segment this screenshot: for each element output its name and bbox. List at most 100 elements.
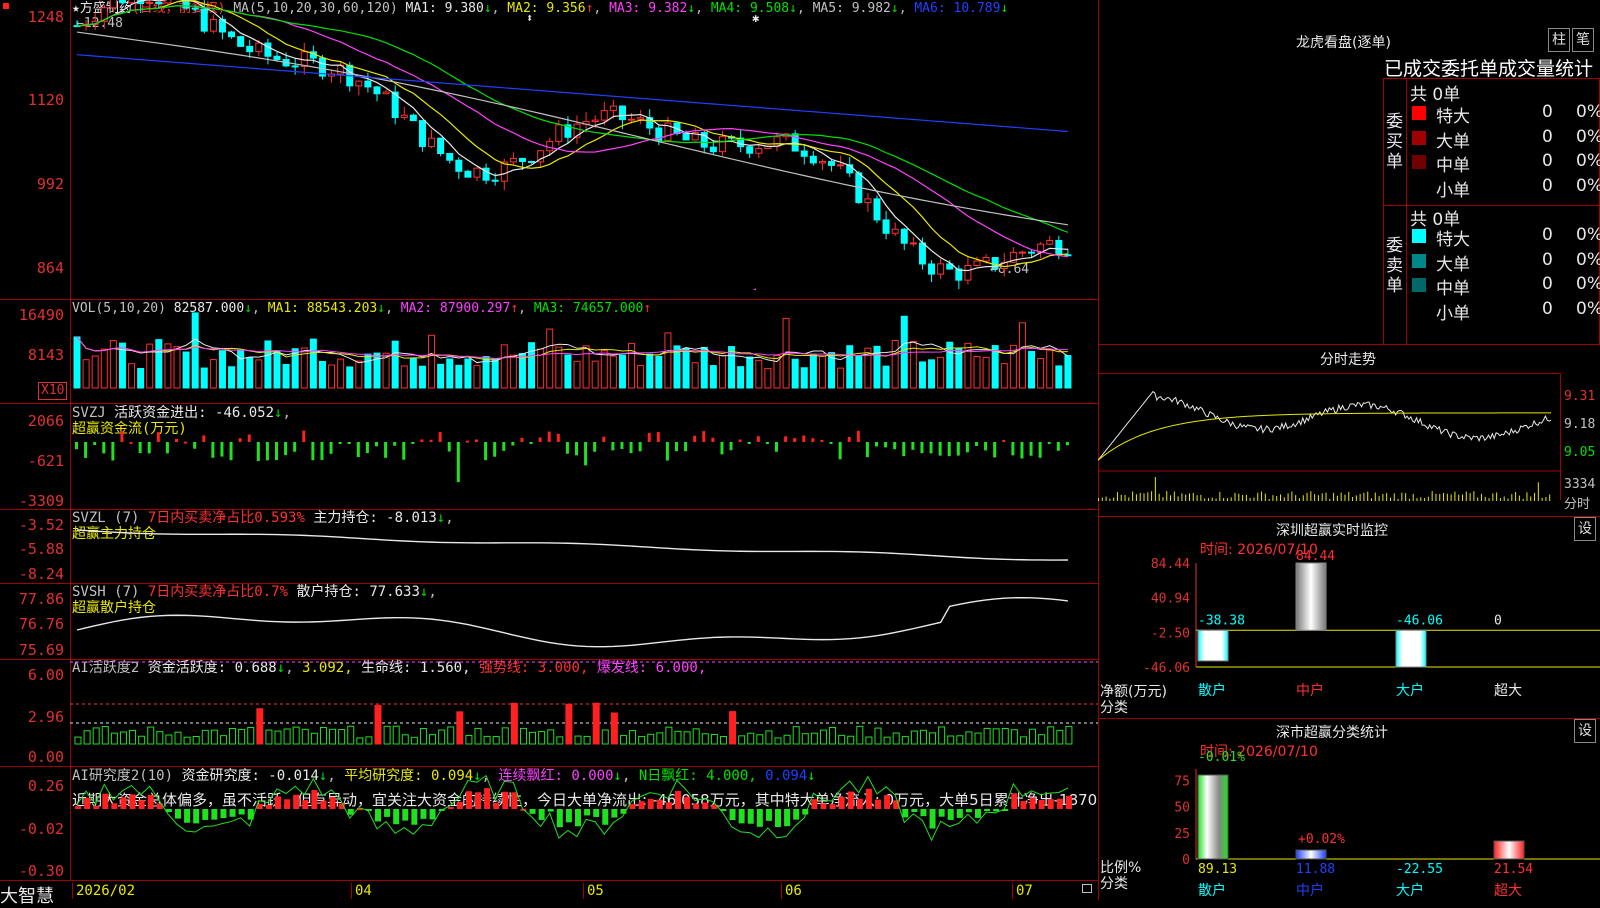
activity-bar bbox=[374, 704, 382, 745]
intraday-vol-bar bbox=[1287, 493, 1289, 501]
monitor-tick: -46.06 bbox=[1143, 661, 1190, 676]
activity-bar bbox=[556, 736, 564, 745]
svzl-chart[interactable] bbox=[70, 510, 1098, 584]
monitor-chart[interactable]: 84.44 40.94 -2.50 -46.06 -38.38 散户 84.44 中户 -46.… bbox=[1098, 517, 1600, 719]
flow-bar bbox=[756, 436, 760, 442]
flow-bar bbox=[302, 430, 306, 442]
lock-icon[interactable] bbox=[1082, 884, 1092, 893]
candle bbox=[1064, 254, 1072, 257]
flow-bar bbox=[956, 442, 960, 456]
flow-bar bbox=[675, 442, 678, 452]
intraday-vol-bar bbox=[1276, 496, 1278, 501]
research-bar bbox=[411, 809, 418, 825]
research-bar bbox=[865, 788, 872, 809]
ai-activity-pane[interactable]: 6.00 2.96 0.00 AI活跃度2 资金活跃度: 0.688↓, 3.0… bbox=[0, 660, 1098, 767]
intraday-vol-bar bbox=[1291, 491, 1293, 501]
intraday-vol-bar bbox=[1298, 498, 1300, 501]
intraday-vol-bar bbox=[1158, 493, 1160, 501]
ai-activity-chart[interactable] bbox=[70, 660, 1098, 767]
research-bar bbox=[593, 809, 600, 817]
svzl-pane[interactable]: -3.52 -5.88 -8.24 SVZL (7) 7日内买卖净占比0.593… bbox=[0, 510, 1098, 584]
classify-panel[interactable]: 深市超赢分类统计 设 时间: 2026/07/10 比例% 分类 75 50 25 0… bbox=[1098, 718, 1600, 901]
svzj-chart[interactable] bbox=[70, 404, 1098, 510]
volume-bar bbox=[228, 366, 236, 389]
dragon-tabs[interactable]: 已成交委托单成交量统计 bbox=[1384, 54, 1593, 81]
svsh-pane[interactable]: 77.86 76.76 75.69 SVSH (7) 7日内买卖净占比0.7% … bbox=[0, 584, 1098, 660]
intraday-vol-bar bbox=[1416, 498, 1418, 501]
row-value: 0 bbox=[1542, 225, 1553, 245]
volume-bar bbox=[437, 363, 445, 389]
intraday-vol-bar bbox=[1378, 496, 1380, 501]
volume-bar bbox=[1037, 358, 1045, 389]
svsh-chart[interactable] bbox=[70, 584, 1098, 660]
volume-bar bbox=[837, 367, 845, 389]
intraday-vol-bar bbox=[1321, 493, 1323, 501]
research-bar bbox=[829, 804, 836, 809]
flow-bar bbox=[493, 442, 497, 457]
flow-bar bbox=[611, 442, 615, 451]
classify-chart[interactable]: 75 50 25 0 89.13 散户 11.88 中户 -22.55 大户 21.54 超大 -0.0… bbox=[1098, 719, 1600, 901]
brand-label: 大智慧 bbox=[0, 886, 54, 907]
flow-bar bbox=[602, 436, 606, 442]
tick-mode-button[interactable]: 笔 bbox=[1572, 28, 1594, 52]
color-swatch bbox=[1412, 106, 1426, 120]
flow-bar bbox=[838, 442, 842, 460]
kline-pane[interactable]: 1248 1120 992 864 ★方盛制药(日线，前复权) MA(5,10,… bbox=[0, 0, 1098, 300]
intraday-vol-bar bbox=[1371, 498, 1372, 501]
bar-mode-button[interactable]: 柱 bbox=[1548, 28, 1570, 52]
dragon-tiger-title: 龙虎看盘(逐单) bbox=[1296, 35, 1391, 51]
flow-bar bbox=[193, 442, 197, 449]
intraday-vol-bar bbox=[1105, 496, 1107, 501]
flow-bar bbox=[820, 440, 824, 443]
research-bar bbox=[111, 803, 118, 809]
activity-bar bbox=[901, 736, 909, 745]
candle bbox=[1028, 251, 1036, 254]
volume-bar bbox=[246, 357, 254, 389]
candle bbox=[800, 150, 808, 157]
intraday-vol-bar bbox=[1480, 493, 1482, 501]
research-bar bbox=[1065, 795, 1072, 809]
intraday-vol-bar bbox=[1181, 493, 1183, 501]
color-swatch bbox=[1412, 253, 1426, 268]
activity-bar bbox=[465, 734, 473, 745]
research-bar bbox=[984, 809, 991, 811]
dragon-row: 特大 0 0% bbox=[1410, 102, 1600, 127]
ai-research-chart[interactable] bbox=[70, 767, 1098, 880]
intraday-vol-bar bbox=[1408, 498, 1410, 501]
volume-pane[interactable]: 16490 8143 X10 VOL(5,10,20) 82587.000↓, … bbox=[0, 300, 1098, 404]
intraday-vol-bar bbox=[1196, 495, 1198, 501]
intraday-chart[interactable] bbox=[1098, 373, 1560, 517]
svzl-tick: -5.88 bbox=[18, 540, 64, 558]
candle bbox=[891, 228, 899, 234]
classify-bar bbox=[1197, 774, 1229, 860]
intraday-vol-bar bbox=[1230, 497, 1232, 501]
intraday-vol-bar bbox=[1253, 497, 1255, 501]
intraday-vol-bar bbox=[1386, 493, 1388, 501]
candle bbox=[873, 198, 881, 221]
flow-bar bbox=[375, 442, 378, 447]
research-bar bbox=[120, 797, 127, 809]
intraday-vol-bar bbox=[1120, 494, 1122, 501]
intraday-vol-bar bbox=[1492, 493, 1494, 501]
intraday-vol-bar bbox=[1139, 492, 1141, 501]
candle bbox=[400, 114, 408, 119]
intraday-panel[interactable]: 分时走势 9.31 9.18 9.05 3334 分时 bbox=[1098, 344, 1600, 517]
sell-side-label: 委卖单 bbox=[1386, 236, 1403, 296]
color-swatch bbox=[1412, 278, 1426, 292]
candle bbox=[909, 242, 917, 245]
volume-chart[interactable] bbox=[70, 300, 1098, 404]
research-bar bbox=[911, 809, 918, 813]
row-value: 0 bbox=[1542, 126, 1553, 147]
activity-bar bbox=[492, 736, 500, 745]
x-tick: 07 bbox=[1012, 883, 1033, 899]
svzj-pane[interactable]: 2066 -621 -3309 SVZJ 活跃资金进出: -46.052↓, 超… bbox=[0, 404, 1098, 510]
kline-chart[interactable]: ⬍ ✱ ◀ bbox=[70, 0, 1098, 290]
activity-bar bbox=[447, 726, 455, 745]
research-bar bbox=[538, 809, 545, 820]
row-label: 特大 bbox=[1436, 230, 1470, 250]
activity-bar bbox=[783, 734, 791, 745]
flow-bar bbox=[293, 442, 297, 452]
intraday-vol-bar bbox=[1166, 491, 1168, 501]
ai-research-pane[interactable]: 0.26 -0.02 -0.30 AI研究度2(10) 资金研究度: -0.01… bbox=[0, 767, 1098, 880]
monitor-panel[interactable]: 深圳超赢实时监控 设 时间: 2026/07/10 净额(万元) 分类 84.4… bbox=[1098, 516, 1600, 719]
